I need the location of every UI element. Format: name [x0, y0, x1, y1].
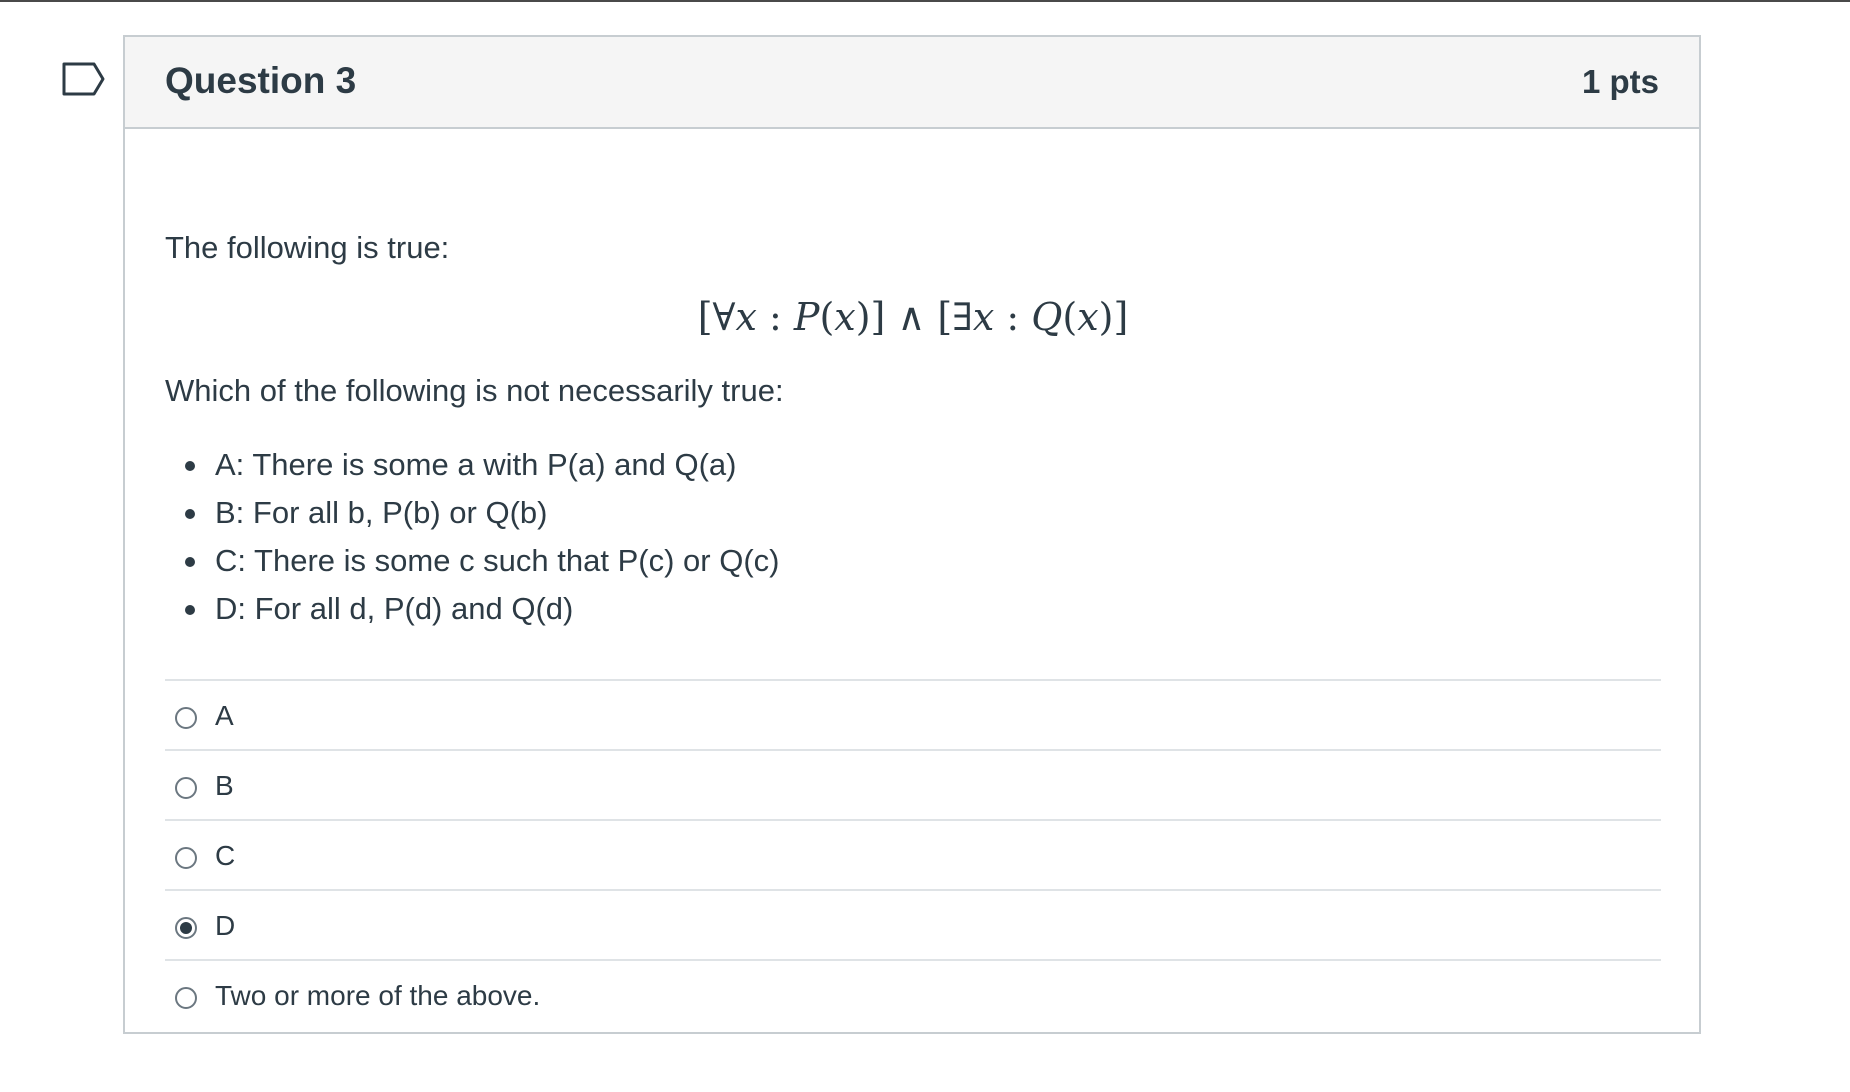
radio-button[interactable] [175, 847, 197, 869]
bullet-icon [185, 557, 195, 567]
formula-paren: ( [1062, 295, 1078, 339]
formula-variable: x [972, 295, 995, 339]
formula-variable: x [1077, 295, 1099, 339]
flag-outline-icon[interactable] [62, 62, 106, 96]
formula-paren: ) [855, 295, 871, 339]
top-divider [0, 0, 1850, 2]
formula-bracket: ] [1113, 295, 1129, 339]
bullet-icon [185, 605, 195, 615]
formula-colon: : [756, 295, 794, 339]
statement-text: A: There is some a with P(a) and Q(a) [215, 447, 737, 482]
radio-button[interactable] [175, 777, 197, 799]
formula-and: ∧ [885, 295, 938, 339]
statement-text: D: For all d, P(d) and Q(d) [215, 591, 574, 626]
formula-variable: x [735, 295, 757, 339]
formula-forall: ∀ [712, 295, 736, 339]
formula-exists: ∃ [952, 295, 973, 339]
radio-button[interactable] [175, 707, 197, 729]
formula-predicate-p: P [793, 295, 820, 339]
answer-option-d[interactable]: D [165, 889, 1661, 959]
answer-label[interactable]: C [215, 837, 235, 875]
question-title: Question 3 [165, 60, 357, 101]
list-item: C: There is some c such that P(c) or Q(c… [165, 537, 779, 585]
formula-paren: ( [819, 295, 835, 339]
formula-bracket: [ [937, 295, 953, 339]
answer-label[interactable]: Two or more of the above. [215, 977, 540, 1015]
list-item: D: For all d, P(d) and Q(d) [165, 585, 779, 633]
answer-option-a[interactable]: A [165, 679, 1661, 749]
radio-button[interactable] [175, 987, 197, 1009]
question-header: Question 3 1 pts [125, 37, 1699, 129]
intro-text: The following is true: [165, 230, 450, 265]
answer-label[interactable]: B [215, 767, 234, 805]
formula-bracket: [ [697, 295, 713, 339]
list-item: B: For all b, P(b) or Q(b) [165, 489, 779, 537]
answer-options: A B C D Two or more of the above. [165, 679, 1661, 1029]
formula-predicate-q: Q [1031, 295, 1063, 339]
answer-option-c[interactable]: C [165, 819, 1661, 889]
answer-label[interactable]: A [215, 697, 234, 735]
answer-option-b[interactable]: B [165, 749, 1661, 819]
answer-label[interactable]: D [215, 907, 235, 945]
formula-variable: x [834, 295, 856, 339]
list-item: A: There is some a with P(a) and Q(a) [165, 441, 779, 489]
statement-list: A: There is some a with P(a) and Q(a) B:… [165, 441, 779, 633]
bullet-icon [185, 509, 195, 519]
formula-paren: ) [1098, 295, 1114, 339]
question-card: Question 3 1 pts The following is true: … [123, 35, 1701, 1034]
prompt-text: Which of the following is not necessaril… [165, 373, 784, 408]
logic-formula: [∀x : P(x)] ∧ [∃x : Q(x)] [165, 293, 1661, 341]
answer-option-two-or-more[interactable]: Two or more of the above. [165, 959, 1661, 1029]
formula-bracket: ] [870, 295, 886, 339]
statement-text: B: For all b, P(b) or Q(b) [215, 495, 548, 530]
radio-button-selected[interactable] [175, 917, 197, 939]
question-points: 1 pts [1581, 63, 1659, 100]
bullet-icon [185, 461, 195, 471]
statement-text: C: There is some c such that P(c) or Q(c… [215, 543, 780, 578]
formula-colon: : [994, 295, 1032, 339]
